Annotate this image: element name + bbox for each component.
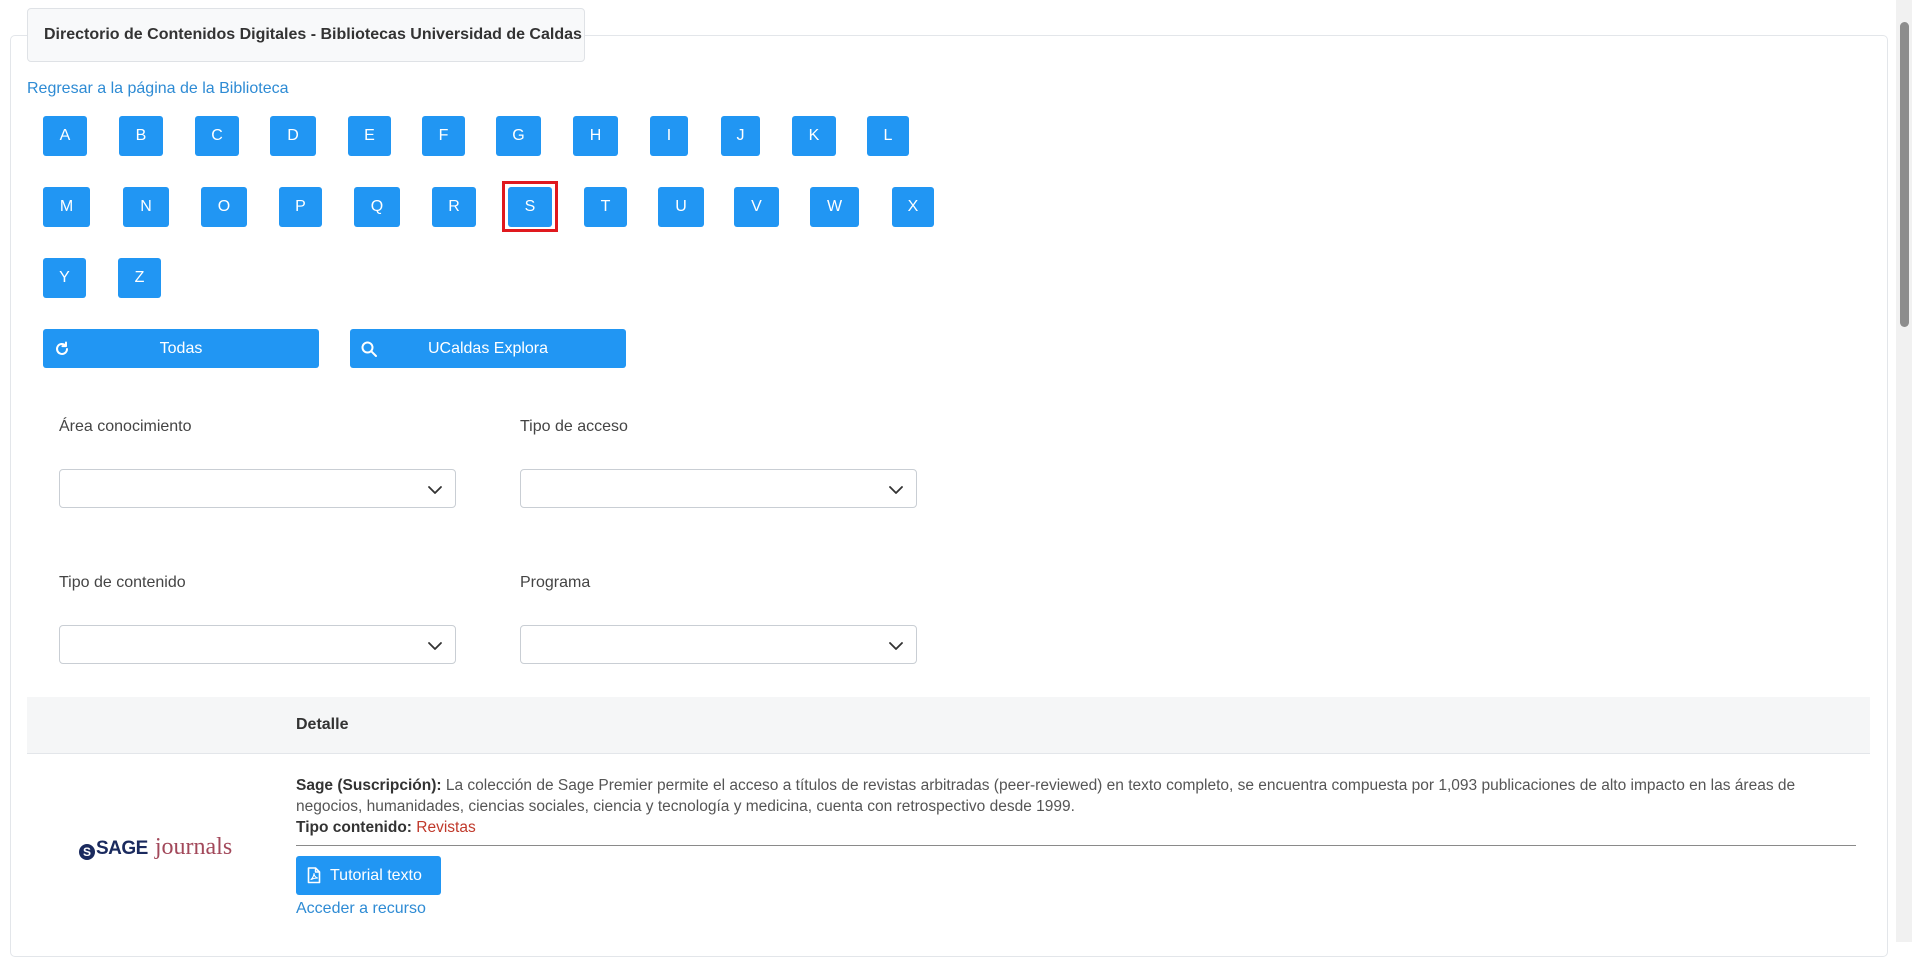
content-type-value: Revistas xyxy=(416,819,476,836)
access-filter-select[interactable] xyxy=(520,469,917,508)
letter-button-e[interactable]: E xyxy=(348,116,391,156)
resource-description: Sage (Suscripción): La colección de Sage… xyxy=(296,775,1856,817)
search-icon xyxy=(361,341,377,357)
letter-button-o[interactable]: O xyxy=(201,187,247,227)
detail-column-header: Detalle xyxy=(296,716,349,733)
letter-button-a[interactable]: A xyxy=(43,116,87,156)
table-row: S SAGE journals Sage (Suscripción): La c… xyxy=(27,753,1870,943)
logo-journals-text: journals xyxy=(154,834,233,860)
scrollbar-thumb[interactable] xyxy=(1900,22,1909,327)
letter-button-u[interactable]: U xyxy=(658,187,704,227)
chevron-down-icon xyxy=(889,642,903,650)
ucaldas-explora-button[interactable]: UCaldas Explora xyxy=(350,329,626,368)
letter-button-s[interactable]: S xyxy=(508,187,552,227)
resource-name: Sage (Suscripción): xyxy=(296,777,442,794)
show-all-button[interactable]: Todas xyxy=(43,329,319,368)
letter-button-i[interactable]: I xyxy=(650,116,688,156)
chevron-down-icon xyxy=(428,486,442,494)
area-filter-select[interactable] xyxy=(59,469,456,508)
letter-button-j[interactable]: J xyxy=(721,116,760,156)
logo-sage-text: SAGE xyxy=(96,838,148,859)
page-title-text: Directorio de Contenidos Digitales - Bib… xyxy=(44,26,582,43)
letter-button-k[interactable]: K xyxy=(792,116,836,156)
chevron-down-icon xyxy=(889,486,903,494)
letter-button-p[interactable]: P xyxy=(279,187,322,227)
resource-description-text: La colección de Sage Premier permite el … xyxy=(296,777,1796,815)
letter-button-r[interactable]: R xyxy=(432,187,476,227)
letter-button-d[interactable]: D xyxy=(270,116,316,156)
ucaldas-explora-label: UCaldas Explora xyxy=(427,339,549,357)
letter-button-w[interactable]: W xyxy=(810,187,859,227)
content-filter-label: Tipo de contenido xyxy=(59,574,186,591)
letter-button-t[interactable]: T xyxy=(584,187,627,227)
letter-button-y[interactable]: Y xyxy=(43,258,86,298)
area-filter-label: Área conocimiento xyxy=(59,418,192,435)
content-filter-select[interactable] xyxy=(59,625,456,664)
table-header: Detalle xyxy=(27,697,1870,754)
letter-button-v[interactable]: V xyxy=(734,187,779,227)
letter-button-n[interactable]: N xyxy=(123,187,169,227)
divider xyxy=(296,845,1856,846)
program-filter-label: Programa xyxy=(520,574,591,591)
letter-button-f[interactable]: F xyxy=(422,116,465,156)
letter-button-x[interactable]: X xyxy=(892,187,934,227)
pdf-file-icon xyxy=(307,867,321,884)
page-scrollbar[interactable] xyxy=(1896,0,1912,942)
letter-button-g[interactable]: G xyxy=(496,116,541,156)
letter-button-q[interactable]: Q xyxy=(354,187,400,227)
access-filter-label: Tipo de acceso xyxy=(520,418,628,435)
program-filter-select[interactable] xyxy=(520,625,917,664)
sage-journals-logo[interactable]: S SAGE journals xyxy=(79,834,232,861)
tutorial-text-button[interactable]: Tutorial texto xyxy=(296,856,441,895)
letter-button-l[interactable]: L xyxy=(867,116,909,156)
letter-button-c[interactable]: C xyxy=(195,116,239,156)
letter-button-m[interactable]: M xyxy=(43,187,90,227)
letter-button-h[interactable]: H xyxy=(573,116,618,156)
letter-button-z[interactable]: Z xyxy=(118,258,161,298)
chevron-down-icon xyxy=(428,642,442,650)
tutorial-text-label: Tutorial texto xyxy=(330,866,422,884)
content-type-label: Tipo contenido: xyxy=(296,819,412,836)
back-to-library-link[interactable]: Regresar a la página de la Biblioteca xyxy=(27,80,289,98)
show-all-label: Todas xyxy=(159,339,203,357)
page-title: Directorio de Contenidos Digitales - Bib… xyxy=(27,8,585,62)
sage-logo-icon: S xyxy=(79,844,95,860)
refresh-icon xyxy=(56,341,68,355)
letter-button-b[interactable]: B xyxy=(119,116,163,156)
access-resource-link[interactable]: Acceder a recurso xyxy=(296,900,426,918)
content-type-line: Tipo contenido: Revistas xyxy=(296,819,476,837)
